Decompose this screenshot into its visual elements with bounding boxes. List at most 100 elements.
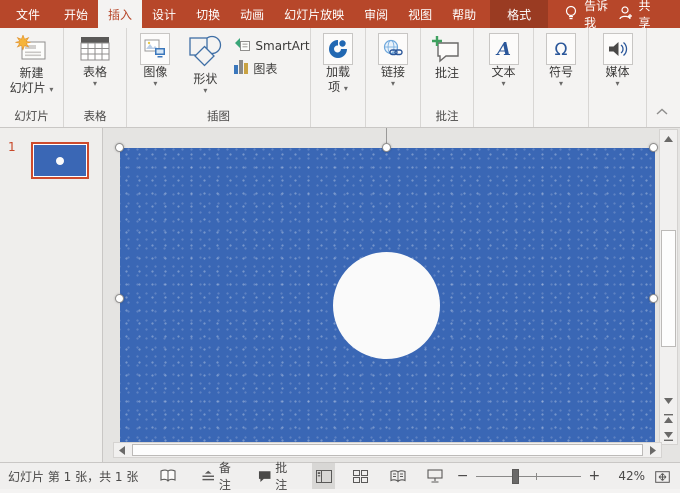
zoom-level[interactable]: 42% xyxy=(612,469,645,483)
fit-to-window-button[interactable] xyxy=(655,469,670,483)
tab-help[interactable]: 帮助 xyxy=(442,0,486,28)
chart-icon xyxy=(234,59,249,77)
resize-handle-middle-left[interactable] xyxy=(115,294,124,303)
speaker-icon xyxy=(603,33,633,65)
dropdown-arrow-icon: ▾ xyxy=(501,80,505,88)
dropdown-arrow-icon: ▾ xyxy=(203,87,207,95)
omega-icon: Ω xyxy=(546,33,576,65)
ribbon-group-tables: 表格 ▾ 表格 xyxy=(64,28,127,127)
previous-slide-button[interactable] xyxy=(660,410,677,427)
spell-check-button[interactable] xyxy=(160,469,176,483)
smartart-icon xyxy=(234,37,251,55)
addins-icon xyxy=(323,33,353,65)
lightbulb-icon xyxy=(564,5,578,24)
tab-slideshow[interactable]: 幻灯片放映 xyxy=(274,0,354,28)
horizontal-scrollbar[interactable] xyxy=(113,442,662,458)
scroll-down-button[interactable] xyxy=(660,392,677,409)
table-icon xyxy=(80,36,110,65)
vertical-scrollbar-thumb[interactable] xyxy=(661,230,676,347)
share-button[interactable]: 共享 xyxy=(618,0,654,28)
ribbon-spacer xyxy=(647,28,680,127)
dropdown-arrow-icon: ▾ xyxy=(391,80,395,88)
resize-handle-top-left[interactable] xyxy=(115,143,124,152)
slide-number: 1 xyxy=(8,140,16,154)
tab-animations[interactable]: 动画 xyxy=(230,0,274,28)
scroll-left-button[interactable] xyxy=(114,443,130,457)
tab-review[interactable]: 审阅 xyxy=(354,0,398,28)
svg-text:Ω: Ω xyxy=(555,40,568,60)
addins-label-line2: 项 ▾ xyxy=(328,80,348,95)
next-slide-button[interactable] xyxy=(660,428,677,445)
status-bar: 幻灯片 第 1 张，共 1 张 备注 批注 xyxy=(0,462,680,489)
link-icon xyxy=(378,33,408,65)
reading-view-button[interactable] xyxy=(387,463,410,489)
vertical-scrollbar[interactable] xyxy=(659,129,678,445)
shapes-button[interactable]: 形状 ▾ xyxy=(179,28,231,95)
tab-transitions[interactable]: 切换 xyxy=(186,0,230,28)
resize-handle-top-right[interactable] xyxy=(649,143,658,152)
ribbon-group-addins: 加载 项 ▾ xyxy=(311,28,366,127)
new-slide-label-line2: 幻灯片 ▾ xyxy=(10,81,54,96)
group-label-comments: 批注 xyxy=(421,108,473,124)
comments-toggle-button[interactable]: 批注 xyxy=(258,459,298,493)
tab-home[interactable]: 开始 xyxy=(54,0,98,28)
dropdown-arrow-icon: ▾ xyxy=(344,84,348,93)
slide-1-thumbnail[interactable] xyxy=(31,142,89,179)
smartart-button[interactable]: SmartArt xyxy=(234,36,309,56)
ribbon-group-media: 媒体 ▾ xyxy=(589,28,647,127)
tab-format-contextual[interactable]: 格式 xyxy=(490,0,548,28)
slide-sorter-view-button[interactable] xyxy=(349,463,372,489)
smartart-label: SmartArt xyxy=(255,39,309,53)
normal-view-icon xyxy=(316,470,332,483)
ribbon-group-slides: 新建 幻灯片 ▾ 幻灯片 xyxy=(0,28,64,127)
symbols-button[interactable]: Ω 符号 ▾ xyxy=(546,28,576,127)
resize-handle-middle-right[interactable] xyxy=(649,294,658,303)
group-label-tables: 表格 xyxy=(64,108,126,124)
resize-handle-top-center[interactable] xyxy=(382,143,391,152)
zoom-slider[interactable] xyxy=(476,469,580,484)
zoom-slider-center-tick xyxy=(536,473,537,480)
addins-button[interactable]: 加载 项 ▾ xyxy=(323,28,353,127)
reading-view-icon xyxy=(390,470,406,483)
slide-canvas-selected-shape[interactable] xyxy=(120,148,655,442)
zoom-out-button[interactable]: − xyxy=(455,468,471,484)
notes-icon xyxy=(202,470,214,482)
normal-view-button[interactable] xyxy=(312,463,335,489)
white-circle-shape[interactable] xyxy=(333,252,440,359)
tab-view[interactable]: 视图 xyxy=(398,0,442,28)
media-button[interactable]: 媒体 ▾ xyxy=(603,28,633,127)
links-label: 链接 xyxy=(381,65,405,80)
scroll-right-button[interactable] xyxy=(645,443,661,457)
ribbon: 新建 幻灯片 ▾ 幻灯片 表格 ▾ 表格 xyxy=(0,28,680,127)
tab-design[interactable]: 设计 xyxy=(142,0,186,28)
comment-bubble-icon xyxy=(258,470,271,483)
fit-slide-icon xyxy=(655,469,670,483)
chart-label: 图表 xyxy=(253,60,277,77)
tab-insert[interactable]: 插入 xyxy=(98,0,142,28)
horizontal-scrollbar-thumb[interactable] xyxy=(132,444,643,456)
shapes-label: 形状 xyxy=(193,72,217,87)
links-button[interactable]: 链接 ▾ xyxy=(378,28,408,127)
new-comment-label: 批注 xyxy=(435,66,459,81)
tab-file[interactable]: 文件 xyxy=(2,0,54,28)
group-label-illustrations: 插图 xyxy=(127,108,310,124)
chart-button[interactable]: 图表 xyxy=(234,58,309,78)
images-icon xyxy=(140,33,170,65)
new-slide-icon xyxy=(15,35,47,66)
group-label-slides: 幻灯片 xyxy=(0,108,63,124)
ribbon-group-illustrations: 图像 ▾ 形状 ▾ xyxy=(127,28,311,127)
collapse-ribbon-button[interactable] xyxy=(656,105,668,119)
slideshow-view-button[interactable] xyxy=(424,463,447,489)
text-label: 文本 xyxy=(491,65,515,80)
images-button[interactable]: 图像 ▾ xyxy=(131,28,179,88)
symbols-label: 符号 xyxy=(549,65,573,80)
ribbon-group-links: 链接 ▾ xyxy=(366,28,421,127)
text-button[interactable]: A 文本 ▾ xyxy=(489,28,519,127)
addins-label-line1: 加载 xyxy=(326,65,350,80)
notes-toggle-button[interactable]: 备注 xyxy=(202,459,242,493)
thumbnail-circle-shape xyxy=(56,157,64,165)
zoom-slider-thumb[interactable] xyxy=(512,469,519,484)
tell-me-button[interactable]: 告诉我 xyxy=(556,0,617,28)
zoom-in-button[interactable]: + xyxy=(587,468,603,484)
scroll-up-button[interactable] xyxy=(660,130,677,147)
